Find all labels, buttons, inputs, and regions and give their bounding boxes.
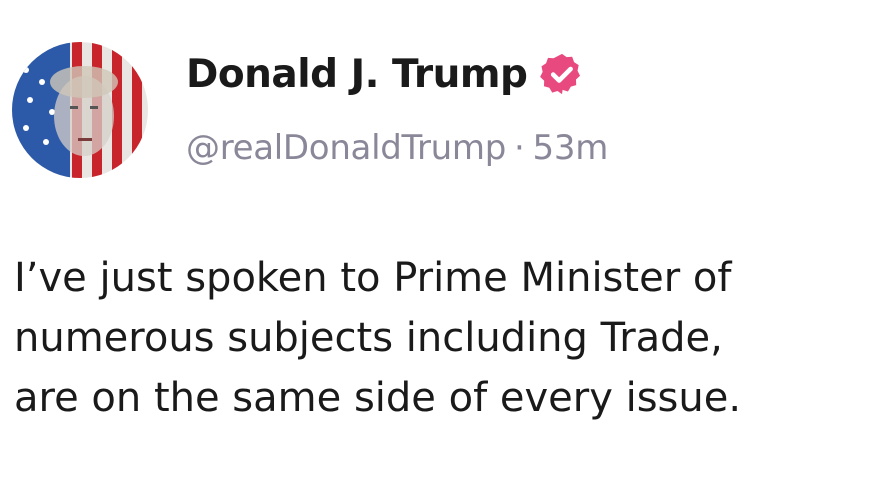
post-body-line: I’ve just spoken to Prime Minister of [14, 255, 732, 301]
author-display-name[interactable]: Donald J. Trump [186, 52, 528, 97]
author-avatar[interactable] [12, 42, 148, 178]
author-name-row: Donald J. Trump [186, 48, 585, 100]
verified-checkmark-icon [539, 51, 585, 97]
post-meta: @realDonaldTrump · 53m [186, 128, 608, 168]
post-body-line: numerous subjects including Trade, [14, 315, 723, 361]
meta-separator: · [514, 128, 525, 168]
post-timestamp[interactable]: 53m [533, 128, 609, 168]
post-body-line: are on the same side of every issue. [14, 375, 742, 421]
author-handle[interactable]: @realDonaldTrump [186, 128, 506, 168]
post-body: I’ve just spoken to Prime Minister of nu… [14, 248, 880, 428]
post-card: Donald J. Trump @realDonaldTrump · 53m I’v… [0, 0, 880, 495]
avatar-image [12, 42, 148, 178]
